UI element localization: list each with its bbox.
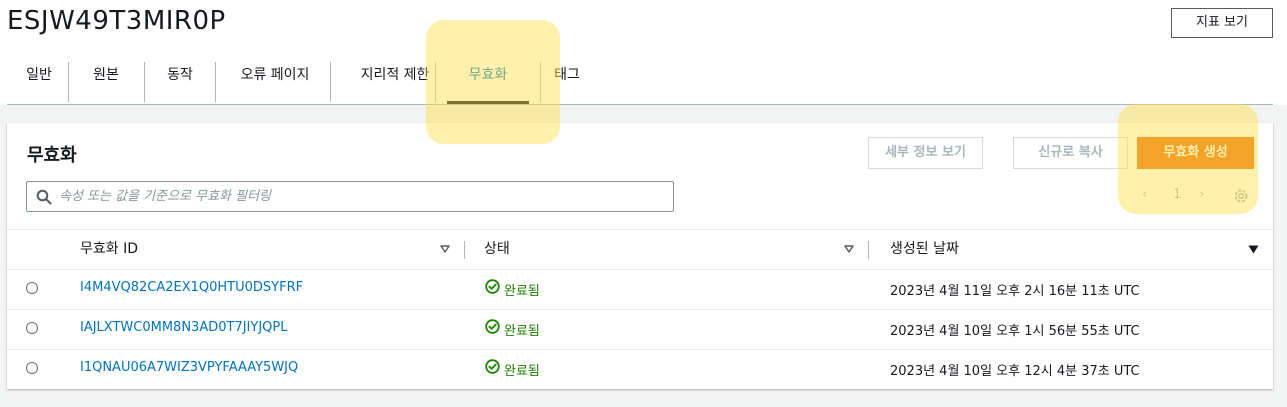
view-metrics-button[interactable]: 지표 보기 bbox=[1171, 8, 1273, 38]
table-row[interactable]: I4M4VQ82CA2EX1Q0HTU0DSYFRF 완료됨 2023년 4월 … bbox=[7, 269, 1273, 310]
table-row[interactable]: IAJLXTWC0MM8N3AD0T7JIYJQPL 완료됨 2023년 4월 … bbox=[7, 309, 1273, 350]
tab-bar: 일반 원본 동작 오류 페이지 지리적 제한 무효화 태그 bbox=[7, 60, 1273, 105]
sort-icon[interactable] bbox=[440, 245, 450, 253]
search-icon bbox=[36, 189, 52, 205]
column-header-created-date[interactable]: 생성된 날짜 bbox=[890, 230, 959, 269]
row-select-radio[interactable] bbox=[26, 282, 38, 294]
filter-search-box[interactable] bbox=[26, 181, 674, 212]
tab-error-pages[interactable]: 오류 페이지 bbox=[229, 60, 321, 104]
page-header: ESJW49T3MIR0P 지표 보기 일반 원본 동작 오류 페이지 지리적 … bbox=[0, 0, 1287, 105]
success-check-icon bbox=[485, 359, 500, 374]
invalidations-panel: 무효화 세부 정보 보기 신규로 복사 무효화 생성 ‹ 1 › 무효화 ID … bbox=[7, 123, 1273, 389]
tab-divider bbox=[330, 62, 331, 102]
tab-divider bbox=[215, 62, 216, 102]
column-divider bbox=[464, 241, 465, 259]
status-cell: 완료됨 bbox=[485, 279, 540, 299]
invalidation-id-link[interactable]: I4M4VQ82CA2EX1Q0HTU0DSYFRF bbox=[80, 280, 303, 295]
copy-to-new-button[interactable]: 신규로 복사 bbox=[1013, 137, 1128, 169]
page-title: ESJW49T3MIR0P bbox=[7, 6, 226, 36]
panel-title: 무효화 bbox=[27, 145, 77, 166]
success-check-icon bbox=[485, 279, 500, 294]
tab-behaviors[interactable]: 동작 bbox=[157, 60, 203, 104]
sort-icon[interactable] bbox=[844, 245, 854, 253]
tab-origins[interactable]: 원본 bbox=[83, 60, 129, 104]
status-cell: 완료됨 bbox=[485, 359, 540, 379]
created-date: 2023년 4월 10일 오후 12시 4분 37초 UTC bbox=[890, 364, 1140, 379]
created-date: 2023년 4월 11일 오후 2시 16분 11초 UTC bbox=[890, 284, 1140, 299]
status-text: 완료됨 bbox=[504, 364, 540, 379]
success-check-icon bbox=[485, 319, 500, 334]
tab-divider bbox=[144, 62, 145, 102]
status-text: 완료됨 bbox=[504, 284, 540, 299]
table-header: 무효화 ID 상태 생성된 날짜 bbox=[7, 229, 1273, 270]
column-header-invalidation-id[interactable]: 무효화 ID bbox=[80, 230, 138, 269]
created-date: 2023년 4월 10일 오후 1시 56분 55초 UTC bbox=[890, 324, 1140, 339]
invalidation-id-link[interactable]: IAJLXTWC0MM8N3AD0T7JIYJQPL bbox=[80, 320, 287, 335]
row-select-radio[interactable] bbox=[26, 322, 38, 334]
search-input[interactable] bbox=[59, 182, 659, 211]
tab-general[interactable]: 일반 bbox=[19, 60, 59, 104]
marker-highlight bbox=[426, 20, 560, 144]
marker-highlight bbox=[1118, 104, 1258, 214]
view-details-button[interactable]: 세부 정보 보기 bbox=[868, 137, 983, 169]
tab-divider bbox=[68, 62, 69, 102]
row-select-radio[interactable] bbox=[26, 362, 38, 374]
sort-descending-icon[interactable] bbox=[1248, 245, 1259, 254]
column-header-status[interactable]: 상태 bbox=[484, 230, 510, 269]
invalidation-id-link[interactable]: I1QNAU06A7WIZ3VPYFAAAY5WJQ bbox=[80, 360, 298, 375]
status-cell: 완료됨 bbox=[485, 319, 540, 339]
table-row[interactable]: I1QNAU06A7WIZ3VPYFAAAY5WJQ 완료됨 2023년 4월 … bbox=[7, 349, 1273, 389]
status-text: 완료됨 bbox=[504, 324, 540, 339]
column-divider bbox=[868, 241, 869, 259]
